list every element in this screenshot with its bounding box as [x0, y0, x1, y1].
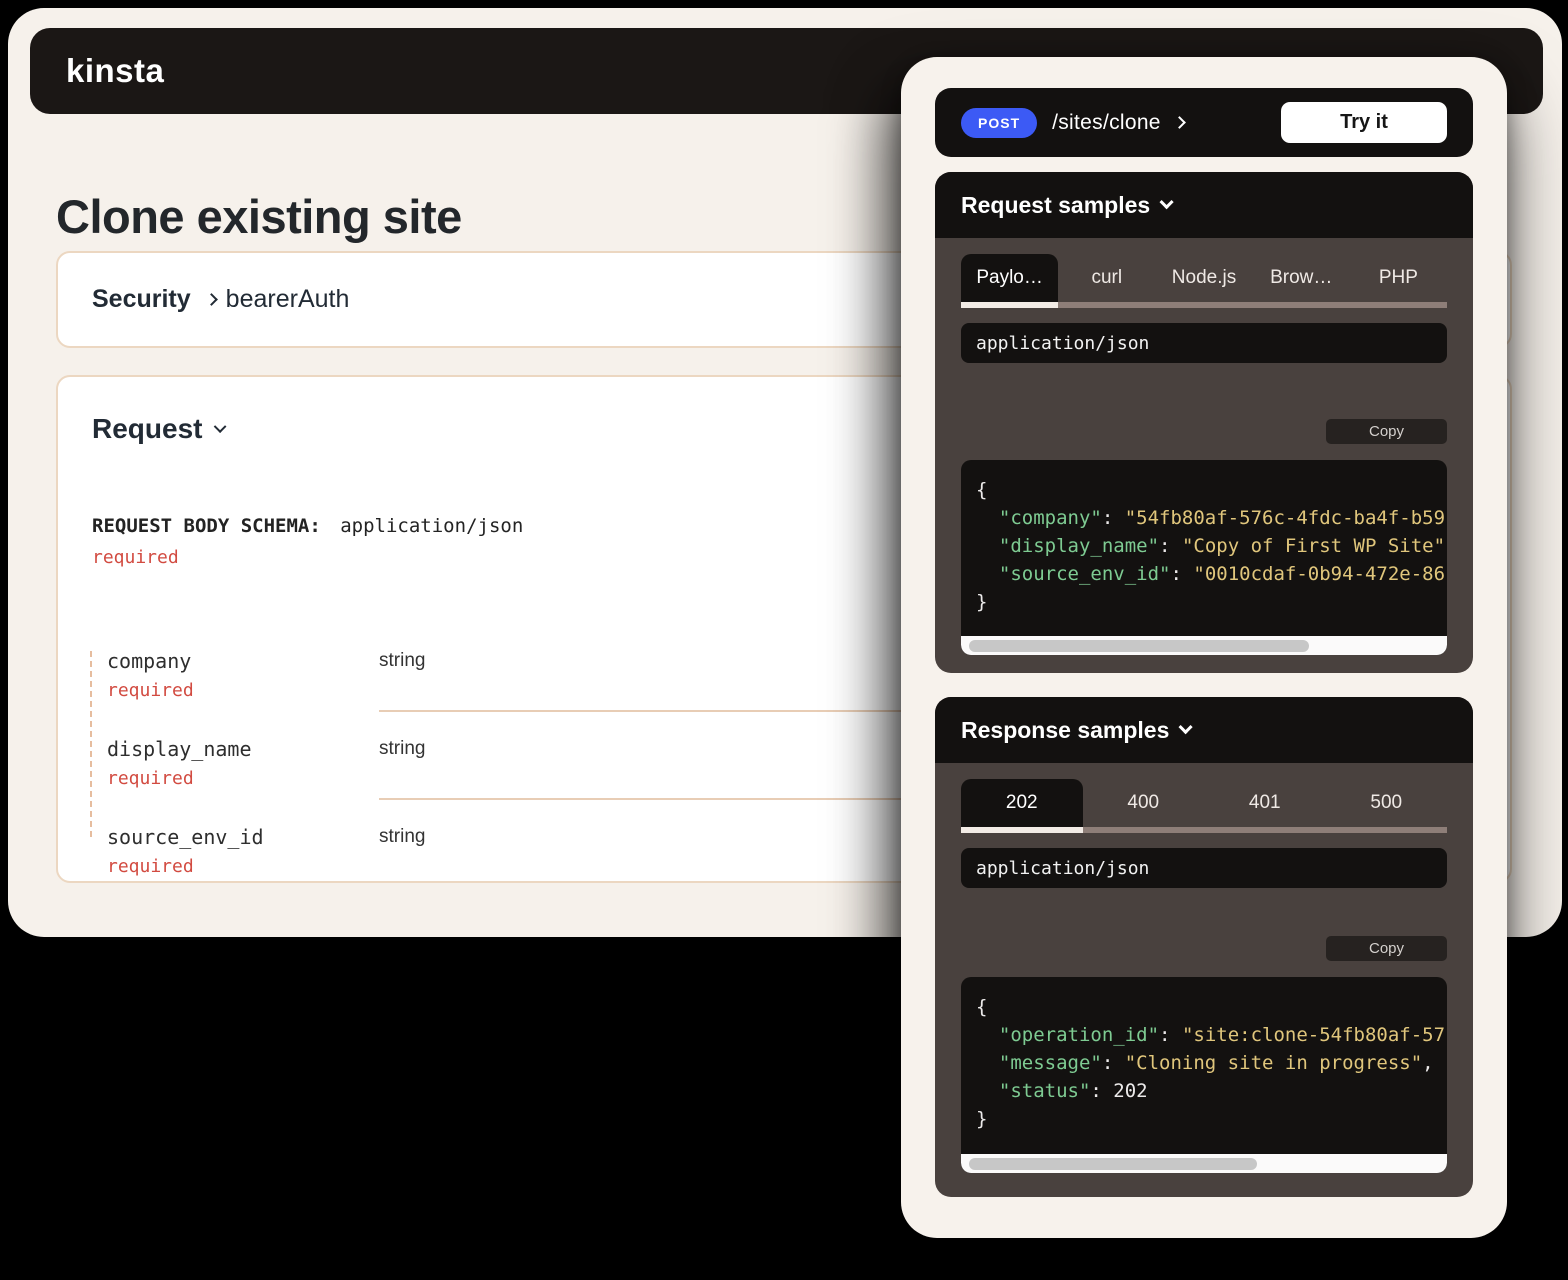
tab-curl[interactable]: curl — [1058, 254, 1155, 302]
code-line: } — [976, 588, 1447, 616]
endpoint-path: /sites/clone — [1052, 111, 1161, 135]
code-line: "status": 202 — [976, 1077, 1447, 1105]
inactive-tab-track — [1058, 302, 1447, 308]
response-samples-section: Response samples 202400401500 applicatio… — [935, 697, 1473, 1197]
request-samples-body: Paylo…curlNode.jsBrow…PHP application/js… — [935, 238, 1473, 655]
tab-401[interactable]: 401 — [1204, 779, 1326, 827]
endpoint-bar[interactable]: POST /sites/clone Try it — [935, 88, 1473, 157]
copy-row: Copy — [961, 419, 1447, 444]
copy-button[interactable]: Copy — [1326, 936, 1447, 961]
tab-500[interactable]: 500 — [1326, 779, 1448, 827]
request-samples-tabs: Paylo…curlNode.jsBrow…PHP — [961, 254, 1447, 302]
response-samples-heading: Response samples — [961, 717, 1169, 744]
code-line: { — [976, 476, 1447, 504]
request-samples-section: Request samples Paylo…curlNode.jsBrow…PH… — [935, 172, 1473, 673]
copy-button[interactable]: Copy — [1326, 419, 1447, 444]
code-line: "message": "Cloning site in progress", — [976, 1049, 1447, 1077]
param-type: string — [379, 738, 425, 760]
code-line: { — [976, 993, 1447, 1021]
request-code-block: { "company": "54fb80af-576c-4fdc-ba4f-b5… — [961, 460, 1447, 655]
page-title: Clone existing site — [56, 189, 462, 244]
schema-label: REQUEST BODY SCHEMA: — [92, 515, 321, 537]
chevron-right-icon — [1173, 116, 1186, 129]
tab-nodejs[interactable]: Node.js — [1155, 254, 1252, 302]
code-line: "company": "54fb80af-576c-4fdc-ba4f-b59 — [976, 504, 1447, 532]
code-line: "source_env_id": "0010cdaf-0b94-472e-86 — [976, 560, 1447, 588]
tab-underline — [961, 302, 1447, 308]
try-it-button[interactable]: Try it — [1281, 102, 1447, 143]
kinsta-logo: kinsta — [66, 52, 164, 90]
code-line: } — [976, 1105, 1447, 1133]
tab-brow[interactable]: Brow… — [1253, 254, 1350, 302]
code-line: "operation_id": "site:clone-54fb80af-57 — [976, 1021, 1447, 1049]
active-tab-indicator — [961, 302, 1058, 308]
code-line: "display_name": "Copy of First WP Site" — [976, 532, 1447, 560]
chevron-down-icon — [214, 420, 227, 433]
security-label: Security — [92, 285, 191, 314]
chevron-down-icon — [1160, 195, 1174, 209]
request-samples-heading: Request samples — [961, 192, 1150, 219]
response-samples-body: 202400401500 application/json Copy { "op… — [935, 763, 1473, 1173]
code-samples-panel: POST /sites/clone Try it Request samples… — [901, 57, 1507, 1238]
copy-row: Copy — [961, 936, 1447, 961]
tab-paylo[interactable]: Paylo… — [961, 254, 1058, 302]
response-samples-tabs: 202400401500 — [961, 779, 1447, 827]
horizontal-scrollbar[interactable] — [961, 1154, 1447, 1173]
request-samples-header[interactable]: Request samples — [935, 172, 1473, 238]
response-json-code: { "operation_id": "site:clone-54fb80af-5… — [961, 977, 1447, 1133]
chevron-down-icon — [1179, 720, 1193, 734]
security-scheme-value: bearerAuth — [226, 285, 350, 314]
http-method-badge: POST — [961, 108, 1037, 138]
tab-php[interactable]: PHP — [1350, 254, 1447, 302]
response-samples-header[interactable]: Response samples — [935, 697, 1473, 763]
horizontal-scrollbar[interactable] — [961, 636, 1447, 655]
tab-underline — [961, 827, 1447, 833]
request-heading: Request — [92, 413, 202, 445]
content-type-bar: application/json — [961, 848, 1447, 888]
request-json-code: { "company": "54fb80af-576c-4fdc-ba4f-b5… — [961, 460, 1447, 616]
scrollbar-thumb[interactable] — [969, 1158, 1257, 1170]
param-type: string — [379, 650, 425, 672]
param-type: string — [379, 826, 425, 848]
active-tab-indicator — [961, 827, 1083, 833]
tab-400[interactable]: 400 — [1083, 779, 1205, 827]
api-docs-page: { "main": { "brand": "kinsta", "title": … — [0, 0, 1568, 1280]
inactive-tab-track — [1083, 827, 1448, 833]
response-code-block: { "operation_id": "site:clone-54fb80af-5… — [961, 977, 1447, 1173]
tab-202[interactable]: 202 — [961, 779, 1083, 827]
chevron-right-icon — [205, 293, 218, 306]
content-type-bar: application/json — [961, 323, 1447, 363]
schema-content-type: application/json — [340, 515, 523, 537]
scrollbar-thumb[interactable] — [969, 640, 1309, 652]
